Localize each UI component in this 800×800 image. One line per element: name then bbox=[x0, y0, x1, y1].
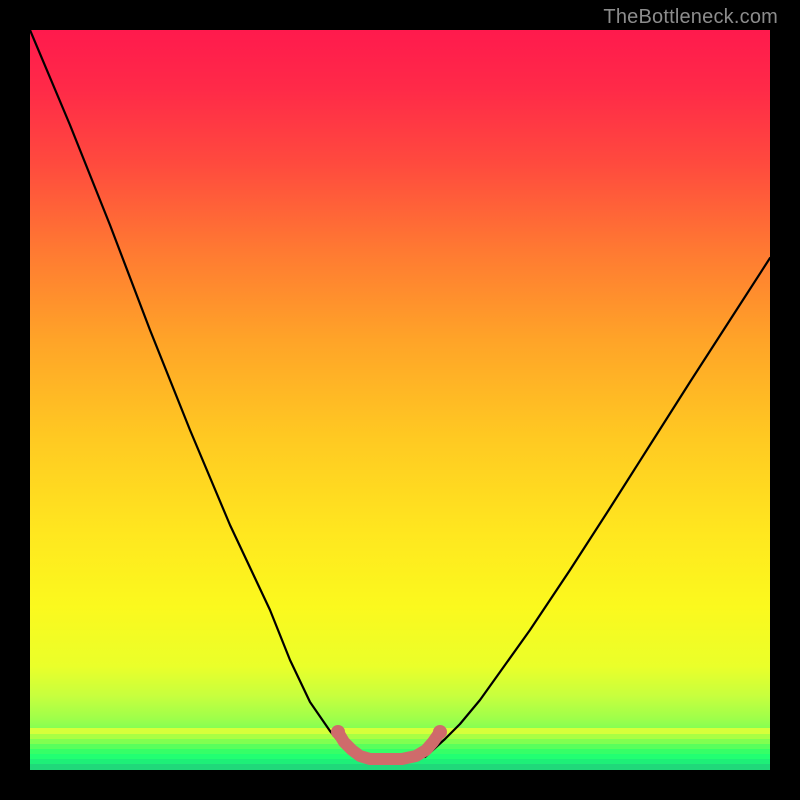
watermark-text: TheBottleneck.com bbox=[603, 6, 778, 29]
highlight-dot-right bbox=[433, 725, 447, 739]
left-curve bbox=[30, 30, 360, 757]
chart-frame: TheBottleneck.com bbox=[0, 0, 800, 800]
chart-svg bbox=[30, 30, 770, 770]
valley-highlight bbox=[338, 732, 440, 759]
highlight-dot-left bbox=[331, 725, 345, 739]
plot-area bbox=[30, 30, 770, 770]
right-curve bbox=[425, 258, 770, 757]
